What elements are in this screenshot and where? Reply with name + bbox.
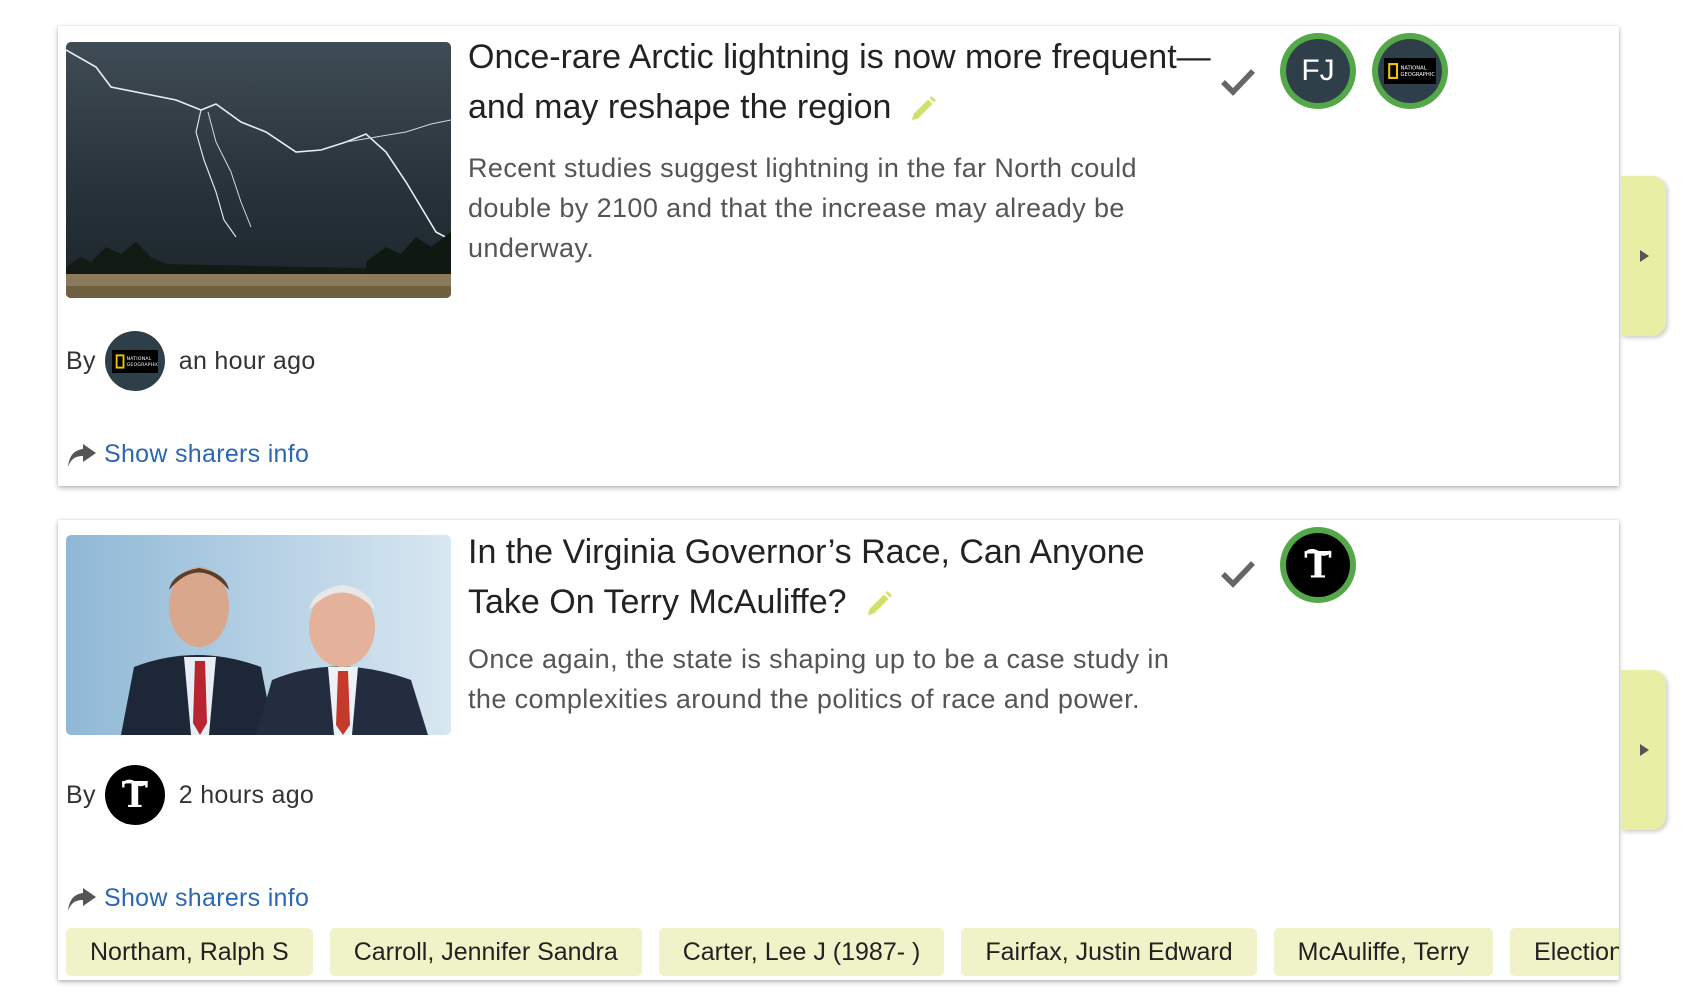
expand-panel-button[interactable] [1621,670,1666,830]
caret-right-icon [1636,248,1652,264]
show-sharers-info-label: Show sharers info [104,439,310,468]
article-headline[interactable]: Once-rare Arctic lightning is now more f… [468,32,1213,132]
edit-pencil-icon[interactable] [865,590,893,618]
article-image[interactable] [66,42,451,298]
national-geographic-logo [112,350,158,373]
article-card: In the Virginia Governor’s Race, Can Any… [58,520,1619,980]
sharer-avatar-nyt[interactable] [1280,527,1356,603]
article-description: Recent studies suggest lightning in the … [468,153,1137,263]
initials-avatar: FJ [1286,39,1350,103]
topic-tag[interactable]: Elections, Go [1510,928,1619,976]
check-icon[interactable] [1218,554,1258,594]
source-avatar[interactable] [104,331,165,391]
timestamp: 2 hours ago [178,780,315,809]
article-headline[interactable]: In the Virginia Governor’s Race, Can Any… [468,527,1213,627]
national-geographic-logo [1384,58,1436,84]
timestamp: an hour ago [178,346,316,375]
byline-prefix: By [66,346,96,375]
show-sharers-info-link[interactable]: Show sharers info [66,882,309,914]
sharer-avatar-natgeo[interactable] [1372,33,1448,109]
lightning-storm-photo [66,42,451,298]
topic-tag[interactable]: Carroll, Jennifer Sandra [329,928,642,976]
byline-prefix: By [66,780,96,809]
share-arrow-icon [66,438,98,470]
source-avatar[interactable] [104,765,165,825]
article-image[interactable] [66,535,451,735]
article-card: Once-rare Arctic lightning is now more f… [58,26,1619,486]
share-arrow-icon [66,882,98,914]
topic-tags: Northam, Ralph S Carroll, Jennifer Sandr… [66,928,1619,976]
show-sharers-info-label: Show sharers info [104,883,310,912]
two-politicians-photo [66,535,451,735]
check-icon[interactable] [1218,62,1258,102]
new-york-times-logo [1295,542,1341,588]
edit-pencil-icon[interactable] [909,95,937,123]
caret-right-icon [1636,742,1652,758]
topic-tag[interactable]: Northam, Ralph S [66,928,313,976]
topic-tag[interactable]: Carter, Lee J (1987- ) [658,928,945,976]
topic-tag[interactable]: Fairfax, Justin Edward [961,928,1257,976]
article-description: Once again, the state is shaping up to b… [468,644,1170,714]
sharer-avatar-fj[interactable]: FJ [1280,33,1356,109]
expand-panel-button[interactable] [1621,176,1666,336]
new-york-times-logo [113,773,157,817]
byline: By an hour ago [66,331,316,391]
topic-tag[interactable]: McAuliffe, Terry [1273,928,1494,976]
show-sharers-info-link[interactable]: Show sharers info [66,438,309,470]
byline: By 2 hours ago [66,765,314,825]
